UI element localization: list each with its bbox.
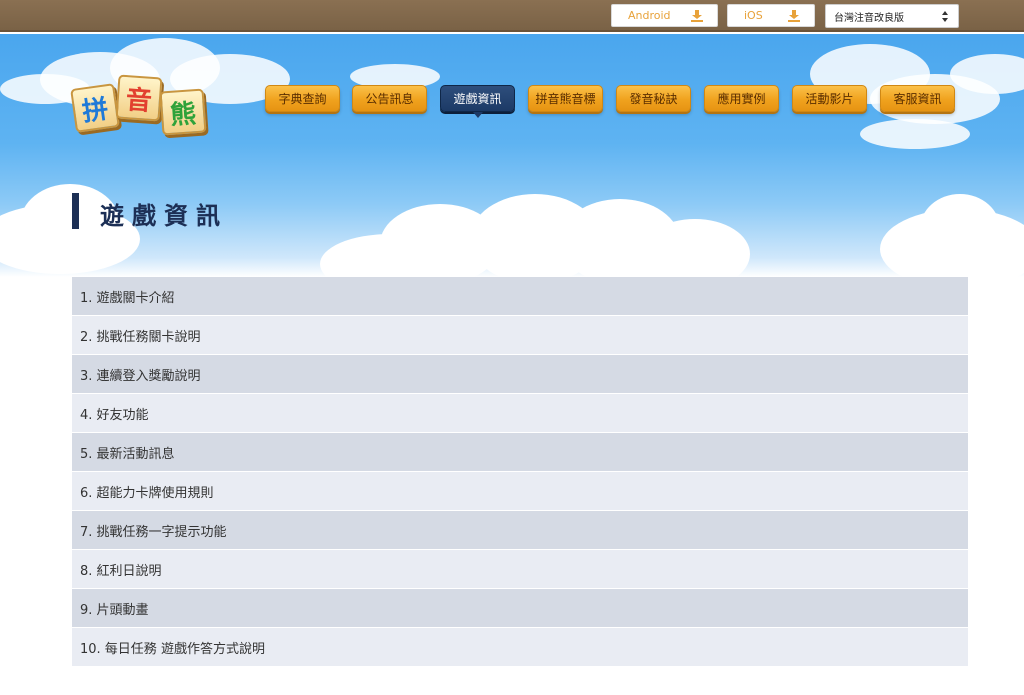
ios-download-button[interactable]: iOS — [727, 4, 815, 27]
select-caret-icon — [942, 11, 948, 22]
header-banner — [0, 34, 1024, 277]
list-item[interactable]: 1. 遊戲關卡介紹 — [72, 277, 968, 316]
android-label: Android — [628, 9, 671, 22]
download-icon — [691, 9, 703, 22]
list-item[interactable]: 8. 紅利日說明 — [72, 550, 968, 589]
nav-phonetic-button[interactable]: 拼音熊音標 — [528, 85, 603, 112]
logo-tile: 音 — [115, 74, 163, 122]
version-select-value: 台灣注音改良版 — [834, 12, 904, 24]
list-item[interactable]: 7. 挑戰任務一字提示功能 — [72, 511, 968, 550]
ios-label: iOS — [744, 9, 763, 22]
nav-videos-button[interactable]: 活動影片 — [792, 85, 867, 112]
android-download-button[interactable]: Android — [611, 4, 718, 27]
version-select[interactable]: 台灣注音改良版 — [825, 4, 959, 28]
nav-support-button[interactable]: 客服資訊 — [880, 85, 955, 112]
nav-announcements-button[interactable]: 公告訊息 — [352, 85, 427, 112]
page-title: 遊戲資訊 — [100, 202, 228, 230]
cloud — [640, 219, 750, 277]
cloud — [860, 119, 970, 149]
game-info-list: 1. 遊戲關卡介紹 2. 挑戰任務關卡說明 3. 連續登入獎勵說明 4. 好友功… — [72, 277, 968, 667]
site-logo[interactable]: 拼 音 熊 — [70, 74, 208, 140]
nav-examples-button[interactable]: 應用實例 — [704, 85, 779, 112]
title-accent-bar — [72, 193, 79, 229]
download-icon — [788, 9, 800, 22]
nav-game-info-button[interactable]: 遊戲資訊 — [440, 85, 515, 118]
nav-dictionary-button[interactable]: 字典查詢 — [265, 85, 340, 112]
nav-pronunciation-tips-button[interactable]: 發音秘訣 — [616, 85, 691, 112]
logo-tile: 拼 — [70, 83, 120, 133]
logo-tile: 熊 — [159, 88, 207, 136]
list-item[interactable]: 2. 挑戰任務關卡說明 — [72, 316, 968, 355]
list-item[interactable]: 6. 超能力卡牌使用規則 — [72, 472, 968, 511]
list-item[interactable]: 10. 每日任務 遊戲作答方式說明 — [72, 628, 968, 667]
list-item[interactable]: 9. 片頭動畫 — [72, 589, 968, 628]
list-item[interactable]: 3. 連續登入獎勵說明 — [72, 355, 968, 394]
cloud — [920, 194, 1000, 264]
top-download-bar: Android iOS 台灣注音改良版 — [0, 0, 1024, 32]
list-item[interactable]: 5. 最新活動訊息 — [72, 433, 968, 472]
list-item[interactable]: 4. 好友功能 — [72, 394, 968, 433]
